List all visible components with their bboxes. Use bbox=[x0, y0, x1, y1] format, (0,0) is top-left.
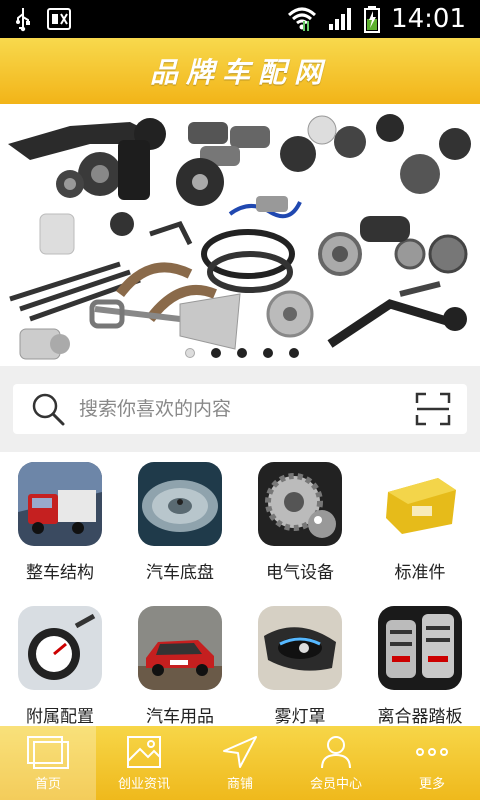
tab-label: 创业资讯 bbox=[117, 777, 170, 792]
category-label: 雾灯罩 bbox=[274, 707, 326, 727]
auto-parts-banner-image bbox=[0, 104, 480, 366]
carousel-indicators bbox=[185, 348, 299, 358]
navigation-icon bbox=[223, 736, 257, 768]
tab-member-center[interactable]: 会员中心 bbox=[288, 726, 384, 800]
tab-home[interactable]: 首页 bbox=[0, 726, 96, 800]
tab-more[interactable]: 更多 bbox=[384, 726, 480, 800]
category-label: 离合器踏板 bbox=[377, 707, 463, 727]
carousel-dot[interactable] bbox=[237, 348, 247, 358]
user-icon bbox=[321, 736, 351, 769]
category-label: 汽车用品 bbox=[146, 707, 214, 727]
bottom-tab-bar: 首页 创业资讯 商铺 会员中心 更多 bbox=[0, 726, 480, 800]
wifi-icon bbox=[288, 7, 317, 31]
car-thumbnail bbox=[138, 606, 222, 690]
category-item[interactable]: 雾灯罩 bbox=[240, 606, 360, 727]
category-item[interactable]: 汽车底盘 bbox=[120, 462, 240, 583]
category-item[interactable]: 离合器踏板 bbox=[360, 606, 480, 727]
usb-icon bbox=[16, 8, 30, 32]
tab-label: 会员中心 bbox=[309, 777, 362, 792]
category-grid: 整车结构 汽车底盘 电气设备 标准件 附属配置 汽车用品 雾灯罩 离合器踏板 bbox=[0, 452, 480, 727]
search-bar[interactable] bbox=[13, 384, 467, 434]
search-section bbox=[0, 366, 480, 452]
category-item[interactable]: 整车结构 bbox=[0, 462, 120, 583]
banner-carousel[interactable] bbox=[0, 104, 480, 366]
carousel-dot[interactable] bbox=[185, 348, 195, 358]
tab-label: 首页 bbox=[34, 777, 61, 792]
carousel-dot[interactable] bbox=[289, 348, 299, 358]
category-item[interactable]: 标准件 bbox=[360, 462, 480, 583]
search-input[interactable] bbox=[79, 392, 399, 426]
category-item[interactable]: 附属配置 bbox=[0, 606, 120, 727]
scan-icon[interactable] bbox=[415, 392, 451, 426]
metal-part-thumbnail bbox=[378, 462, 462, 546]
battery-icon bbox=[364, 6, 381, 33]
category-item[interactable]: 汽车用品 bbox=[120, 606, 240, 727]
more-icon bbox=[416, 748, 448, 756]
tab-label: 更多 bbox=[418, 777, 445, 792]
category-label: 标准件 bbox=[394, 563, 446, 583]
signal-icon bbox=[329, 8, 352, 30]
gauge-thumbnail bbox=[18, 606, 102, 690]
home-icon bbox=[27, 736, 69, 769]
image-icon bbox=[127, 736, 161, 768]
tab-shops[interactable]: 商铺 bbox=[192, 726, 288, 800]
tab-business-news[interactable]: 创业资讯 bbox=[96, 726, 192, 800]
carousel-dot[interactable] bbox=[211, 348, 221, 358]
truck-thumbnail bbox=[18, 462, 102, 546]
app-title: 品牌车配网 bbox=[149, 56, 330, 89]
brake-disc-thumbnail bbox=[138, 462, 222, 546]
category-label: 电气设备 bbox=[266, 563, 334, 583]
category-label: 附属配置 bbox=[26, 707, 94, 727]
pedal-thumbnail bbox=[378, 606, 462, 690]
category-label: 整车结构 bbox=[26, 563, 94, 583]
status-bar: 14:01 bbox=[0, 0, 480, 38]
carousel-dot[interactable] bbox=[263, 348, 273, 358]
fog-lamp-thumbnail bbox=[258, 606, 342, 690]
clock: 14:01 bbox=[391, 4, 466, 34]
gears-thumbnail bbox=[258, 462, 342, 546]
tab-label: 商铺 bbox=[226, 777, 253, 792]
app-header: 品牌车配网 bbox=[0, 38, 480, 104]
category-item[interactable]: 电气设备 bbox=[240, 462, 360, 583]
category-label: 汽车底盘 bbox=[146, 563, 214, 583]
debug-icon bbox=[47, 8, 71, 30]
search-icon[interactable] bbox=[31, 392, 67, 426]
